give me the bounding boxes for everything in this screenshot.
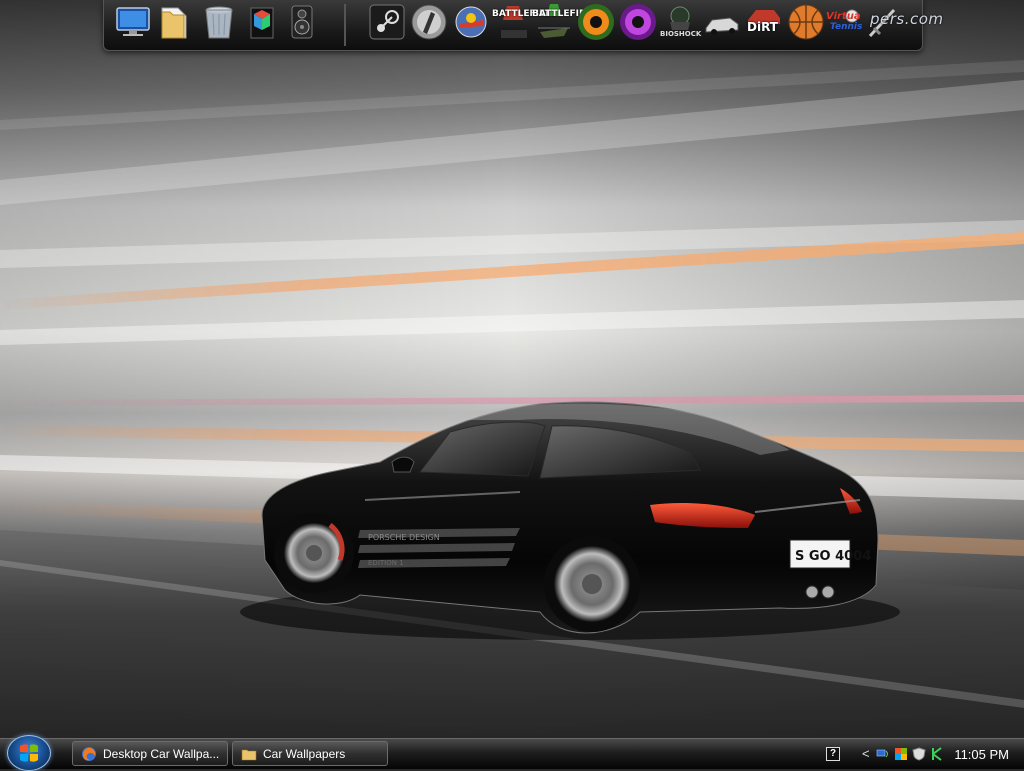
dock-brand-text: pers.com [870,10,944,28]
battlefield-helicopter-icon[interactable] [534,2,574,42]
start-button[interactable] [7,735,51,771]
basketball-icon[interactable] [786,2,826,42]
firefox-icon [82,746,96,761]
door-text-1: PORSCHE DESIGN [368,533,440,542]
color-flag-icon[interactable] [894,747,908,761]
network-icon[interactable] [876,747,890,761]
desktop-wallpaper: S GO 4004 PORSCHE DESIGN EDITION 1 [0,0,1024,738]
dock-separator [344,4,346,46]
dock: BATTLEFIELD BATTLEFIELD BIOSHOCK DiRT Vi… [103,0,943,51]
taskbar-item-explorer[interactable]: Car Wallpapers [232,741,388,766]
bioshock-icon[interactable] [660,2,700,42]
monitor-icon[interactable] [113,2,153,42]
racing-car-icon[interactable] [702,2,742,42]
taskbar-item-firefox[interactable]: Desktop Car Wallpa... [72,741,228,766]
folder-icon[interactable] [154,2,194,42]
taskbar-item-firefox-label: Desktop Car Wallpa... [103,746,220,761]
system-tray: ? < 11:05 PM [822,739,1024,769]
app-tray-icon[interactable] [930,747,944,761]
license-plate-text: S GO 4004 [795,549,871,564]
chevron-left-icon[interactable]: < [862,747,876,761]
clock[interactable]: 11:05 PM [954,747,1009,762]
counter-strike-icon[interactable] [409,2,449,42]
virtua-tennis-icon[interactable] [826,2,866,42]
door-text-2: EDITION 1 [368,559,404,567]
wallpaper-image: S GO 4004 PORSCHE DESIGN EDITION 1 [0,0,1024,738]
recycle-bin-icon[interactable] [199,2,239,42]
speaker-icon[interactable] [282,2,322,42]
windows-logo-icon [20,744,38,762]
eye-orange-icon[interactable] [576,2,616,42]
cube-app-icon[interactable] [242,2,282,42]
taskbar: Desktop Car Wallpa... Car Wallpapers ? <… [0,735,1024,771]
game-icon[interactable] [451,2,491,42]
shield-icon[interactable] [912,747,926,761]
battlefield-icon[interactable] [493,2,533,42]
taskbar-item-explorer-label: Car Wallpapers [263,746,346,761]
folder-icon [241,749,257,760]
eye-purple-icon[interactable] [618,2,658,42]
dirt-icon[interactable] [744,2,784,42]
help-icon[interactable]: ? [826,747,840,761]
steam-icon[interactable] [367,2,407,42]
